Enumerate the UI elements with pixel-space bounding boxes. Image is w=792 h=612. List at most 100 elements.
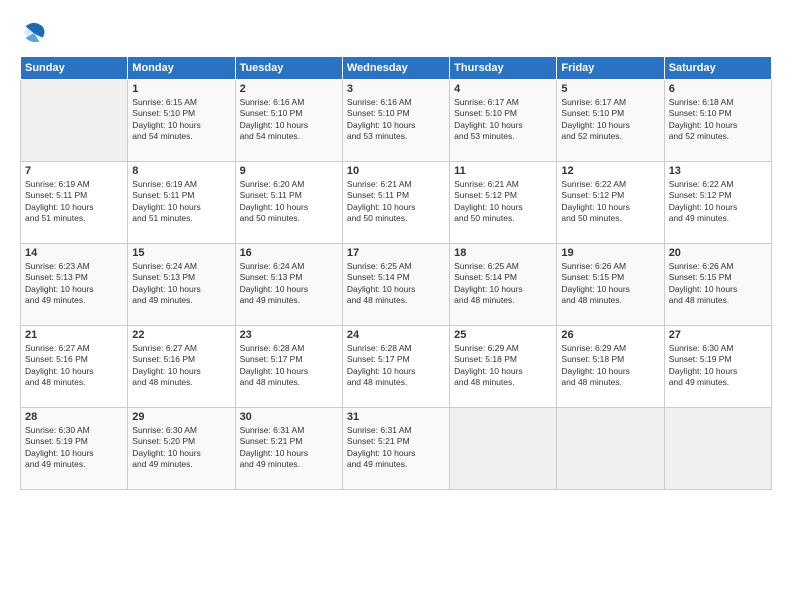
day-number: 24 [347, 329, 445, 341]
calendar-cell [450, 408, 557, 490]
calendar-cell: 3 Sunrise: 6:16 AM Sunset: 5:10 PM Daylig… [342, 80, 449, 162]
day-info: Sunrise: 6:30 AM Sunset: 5:20 PM Dayligh… [132, 425, 230, 471]
day-info: Sunrise: 6:22 AM Sunset: 5:12 PM Dayligh… [561, 179, 659, 225]
day-number: 28 [25, 411, 123, 423]
day-number: 11 [454, 165, 552, 177]
day-number: 12 [561, 165, 659, 177]
calendar-cell: 13Sunrise: 6:22 AM Sunset: 5:12 PM Dayli… [664, 162, 771, 244]
calendar-cell: 12 Sunrise: 6:22 AM Sunset: 5:12 PM Dayli… [557, 162, 664, 244]
calendar-cell: 17Sunrise: 6:25 AM Sunset: 5:14 PM Dayli… [342, 244, 449, 326]
calendar-cell [21, 80, 128, 162]
day-number: 29 [132, 411, 230, 423]
calendar-cell: 28 Sunrise: 6:30 AM Sunset: 5:19 PM Dayli… [21, 408, 128, 490]
day-number: 4 [454, 83, 552, 95]
day-number: 1 [132, 83, 230, 95]
day-info: Sunrise: 6:31 AM Sunset: 5:21 PM Dayligh… [347, 425, 445, 471]
calendar-header-row: SundayMondayTuesdayWednesdayThursdayFrid… [21, 57, 772, 80]
calendar-cell: 4 Sunrise: 6:17 AM Sunset: 5:10 PM Daylig… [450, 80, 557, 162]
day-info: Sunrise: 6:26 AM Sunset: 5:15 PM Dayligh… [669, 261, 767, 307]
day-number: 18 [454, 247, 552, 259]
calendar-cell: 16 Sunrise: 6:24 AM Sunset: 5:13 PM Dayli… [235, 244, 342, 326]
calendar-cell: 10 Sunrise: 6:21 AM Sunset: 5:11 PM Dayli… [342, 162, 449, 244]
calendar-cell: 31 Sunrise: 6:31 AM Sunset: 5:21 PM Dayli… [342, 408, 449, 490]
calendar-body: 1 Sunrise: 6:15 AM Sunset: 5:10 PM Daylig… [21, 80, 772, 490]
day-info: Sunrise: 6:20 AM Sunset: 5:11 PM Dayligh… [240, 179, 338, 225]
day-number: 27 [669, 329, 767, 341]
weekday-header-friday: Friday [557, 57, 664, 80]
day-info: Sunrise: 6:16 AM Sunset: 5:10 PM Dayligh… [240, 97, 338, 143]
weekday-header-sunday: Sunday [21, 57, 128, 80]
day-number: 14 [25, 247, 123, 259]
calendar-table: SundayMondayTuesdayWednesdayThursdayFrid… [20, 56, 772, 490]
calendar-week-row: 28 Sunrise: 6:30 AM Sunset: 5:19 PM Dayli… [21, 408, 772, 490]
day-info: Sunrise: 6:30 AM Sunset: 5:19 PM Dayligh… [669, 343, 767, 389]
day-info: Sunrise: 6:22 AM Sunset: 5:12 PM Dayligh… [669, 179, 767, 225]
day-info: Sunrise: 6:21 AM Sunset: 5:12 PM Dayligh… [454, 179, 552, 225]
calendar-cell: 25 Sunrise: 6:29 AM Sunset: 5:18 PM Dayli… [450, 326, 557, 408]
calendar-cell: 6 Sunrise: 6:18 AM Sunset: 5:10 PM Daylig… [664, 80, 771, 162]
calendar-cell: 26 Sunrise: 6:29 AM Sunset: 5:18 PM Dayli… [557, 326, 664, 408]
day-number: 6 [669, 83, 767, 95]
day-number: 30 [240, 411, 338, 423]
day-info: Sunrise: 6:19 AM Sunset: 5:11 PM Dayligh… [132, 179, 230, 225]
day-info: Sunrise: 6:15 AM Sunset: 5:10 PM Dayligh… [132, 97, 230, 143]
day-info: Sunrise: 6:23 AM Sunset: 5:13 PM Dayligh… [25, 261, 123, 307]
calendar-cell [557, 408, 664, 490]
day-info: Sunrise: 6:21 AM Sunset: 5:11 PM Dayligh… [347, 179, 445, 225]
day-number: 9 [240, 165, 338, 177]
calendar-cell: 1 Sunrise: 6:15 AM Sunset: 5:10 PM Daylig… [128, 80, 235, 162]
calendar-cell: 22Sunrise: 6:27 AM Sunset: 5:16 PM Dayli… [128, 326, 235, 408]
calendar-cell: 30Sunrise: 6:31 AM Sunset: 5:21 PM Dayli… [235, 408, 342, 490]
calendar-week-row: 7 Sunrise: 6:19 AM Sunset: 5:11 PM Daylig… [21, 162, 772, 244]
day-number: 21 [25, 329, 123, 341]
weekday-header-tuesday: Tuesday [235, 57, 342, 80]
weekday-header-saturday: Saturday [664, 57, 771, 80]
calendar-cell: 24Sunrise: 6:28 AM Sunset: 5:17 PM Dayli… [342, 326, 449, 408]
calendar-cell: 2 Sunrise: 6:16 AM Sunset: 5:10 PM Daylig… [235, 80, 342, 162]
day-number: 10 [347, 165, 445, 177]
day-info: Sunrise: 6:19 AM Sunset: 5:11 PM Dayligh… [25, 179, 123, 225]
day-info: Sunrise: 6:27 AM Sunset: 5:16 PM Dayligh… [25, 343, 123, 389]
day-info: Sunrise: 6:27 AM Sunset: 5:16 PM Dayligh… [132, 343, 230, 389]
calendar-week-row: 1 Sunrise: 6:15 AM Sunset: 5:10 PM Daylig… [21, 80, 772, 162]
calendar-cell: 8 Sunrise: 6:19 AM Sunset: 5:11 PM Daylig… [128, 162, 235, 244]
calendar-cell: 29 Sunrise: 6:30 AM Sunset: 5:20 PM Dayli… [128, 408, 235, 490]
day-number: 26 [561, 329, 659, 341]
weekday-header-wednesday: Wednesday [342, 57, 449, 80]
day-info: Sunrise: 6:17 AM Sunset: 5:10 PM Dayligh… [454, 97, 552, 143]
day-info: Sunrise: 6:29 AM Sunset: 5:18 PM Dayligh… [561, 343, 659, 389]
day-info: Sunrise: 6:17 AM Sunset: 5:10 PM Dayligh… [561, 97, 659, 143]
calendar-cell: 11 Sunrise: 6:21 AM Sunset: 5:12 PM Dayli… [450, 162, 557, 244]
day-number: 31 [347, 411, 445, 423]
day-info: Sunrise: 6:30 AM Sunset: 5:19 PM Dayligh… [25, 425, 123, 471]
day-number: 2 [240, 83, 338, 95]
day-info: Sunrise: 6:16 AM Sunset: 5:10 PM Dayligh… [347, 97, 445, 143]
calendar-cell: 9 Sunrise: 6:20 AM Sunset: 5:11 PM Daylig… [235, 162, 342, 244]
calendar-cell: 23Sunrise: 6:28 AM Sunset: 5:17 PM Dayli… [235, 326, 342, 408]
page: SundayMondayTuesdayWednesdayThursdayFrid… [0, 0, 792, 612]
day-number: 8 [132, 165, 230, 177]
logo-icon [20, 18, 48, 46]
day-info: Sunrise: 6:25 AM Sunset: 5:14 PM Dayligh… [454, 261, 552, 307]
day-number: 25 [454, 329, 552, 341]
day-number: 15 [132, 247, 230, 259]
calendar-week-row: 14 Sunrise: 6:23 AM Sunset: 5:13 PM Dayli… [21, 244, 772, 326]
day-info: Sunrise: 6:24 AM Sunset: 5:13 PM Dayligh… [240, 261, 338, 307]
logo [20, 18, 52, 46]
calendar-week-row: 21 Sunrise: 6:27 AM Sunset: 5:16 PM Dayli… [21, 326, 772, 408]
day-info: Sunrise: 6:26 AM Sunset: 5:15 PM Dayligh… [561, 261, 659, 307]
day-number: 3 [347, 83, 445, 95]
calendar-cell: 7 Sunrise: 6:19 AM Sunset: 5:11 PM Daylig… [21, 162, 128, 244]
calendar-cell [664, 408, 771, 490]
calendar-cell: 14 Sunrise: 6:23 AM Sunset: 5:13 PM Dayli… [21, 244, 128, 326]
day-info: Sunrise: 6:18 AM Sunset: 5:10 PM Dayligh… [669, 97, 767, 143]
calendar-cell: 27 Sunrise: 6:30 AM Sunset: 5:19 PM Dayli… [664, 326, 771, 408]
weekday-header-monday: Monday [128, 57, 235, 80]
day-info: Sunrise: 6:29 AM Sunset: 5:18 PM Dayligh… [454, 343, 552, 389]
day-number: 16 [240, 247, 338, 259]
day-number: 7 [25, 165, 123, 177]
day-info: Sunrise: 6:25 AM Sunset: 5:14 PM Dayligh… [347, 261, 445, 307]
calendar-cell: 18 Sunrise: 6:25 AM Sunset: 5:14 PM Dayli… [450, 244, 557, 326]
day-info: Sunrise: 6:24 AM Sunset: 5:13 PM Dayligh… [132, 261, 230, 307]
day-number: 23 [240, 329, 338, 341]
